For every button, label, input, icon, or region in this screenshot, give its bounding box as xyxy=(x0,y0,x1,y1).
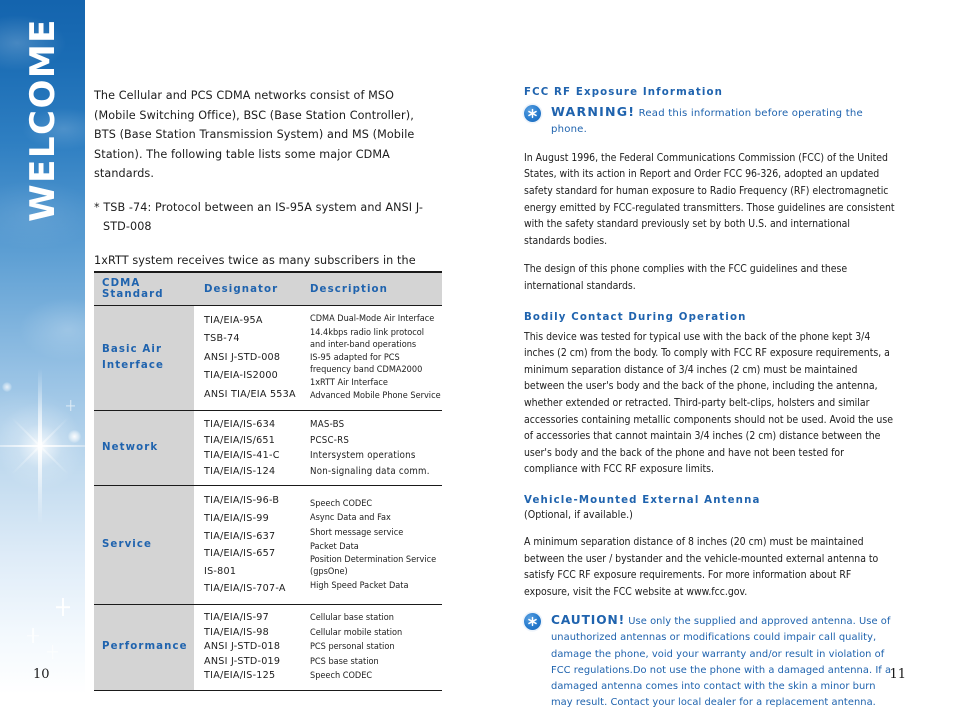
sparkle-icon xyxy=(56,598,70,616)
list-item: TIA/EIA/IS-657 xyxy=(204,548,276,560)
table-row: Performance TIA/EIA/IS-97 TIA/EIA/IS-98 … xyxy=(94,604,442,691)
list-item: PCS base station xyxy=(310,656,379,667)
paragraph-august-1996: In August 1996, the Federal Communicatio… xyxy=(524,151,895,247)
caution-text: CAUTION! Use only the supplied and appro… xyxy=(551,612,896,711)
list-item: TIA/EIA/IS-125 xyxy=(204,670,276,682)
caution-lead: CAUTION! xyxy=(551,613,626,628)
sparkle-icon xyxy=(47,645,58,659)
list-item: CDMA Dual-Mode Air Interface xyxy=(310,314,435,325)
list-item: TIA/EIA/IS-99 xyxy=(204,513,270,524)
heading-vehicle-antenna: Vehicle-Mounted External Antenna xyxy=(524,494,761,506)
welcome-title: WELCOME xyxy=(0,0,85,240)
list-item: TIA/EIA/IS-634 xyxy=(204,419,276,431)
column-header-description: Description xyxy=(298,271,442,306)
list-item: TIA/EIA/IS-41-C xyxy=(204,450,280,462)
list-item: Intersystem operations xyxy=(310,450,416,462)
row-descriptions: Speech CODEC Async Data and Fax Short me… xyxy=(298,485,442,605)
category-line: Performance xyxy=(102,641,188,653)
right-page-content: FCC RF Exposure Information WARNING! Rea… xyxy=(524,87,896,723)
page-spread: WELCOME The Cellular and PCS CDMA networ… xyxy=(0,0,954,716)
row-category: Performance xyxy=(94,604,194,691)
table-row: Network TIA/EIA/IS-634 TIA/EIA/IS/651 TI… xyxy=(94,410,442,487)
row-descriptions: MAS-BS PCSC-RS Intersystem operations No… xyxy=(298,410,442,487)
list-item: TIA/EIA/IS-97 xyxy=(204,611,270,623)
sparkle-icon xyxy=(66,400,75,411)
warning-callout: WARNING! Read this information before op… xyxy=(524,104,896,139)
list-item: TIA/EIA/IS-124 xyxy=(204,465,276,477)
warning-text: WARNING! Read this information before op… xyxy=(551,104,896,139)
light-orb-icon xyxy=(68,430,81,443)
list-item: ANSI TIA/EIA 553A xyxy=(204,388,296,400)
cloud-texture xyxy=(0,0,85,716)
list-item: Speech CODEC xyxy=(310,499,373,510)
list-item: TIA/EIA/IS-96-B xyxy=(204,495,280,507)
list-item: Short message service xyxy=(310,527,404,538)
heading-fcc-rf-exposure: FCC RF Exposure Information xyxy=(524,87,724,98)
heading-bodily-contact: Bodily Contact During Operation xyxy=(524,311,747,323)
page-number-right: 11 xyxy=(889,667,906,682)
list-item: TIA/EIA-IS2000 xyxy=(204,370,279,382)
paragraph-vehicle-antenna: A minimum separation distance of 8 inche… xyxy=(524,535,879,598)
list-item: PCS personal station xyxy=(310,642,395,653)
list-item: Position Determination Service (gpsOne) xyxy=(310,555,437,578)
row-category: Basic Air Interface xyxy=(94,305,194,412)
column-header-designator: Designator xyxy=(194,271,298,306)
cdma-standards-table: CDMA Standard Designator Description Bas… xyxy=(94,271,442,691)
tsb-note-paragraph: * TSB -74: Protocol between an IS-95A sy… xyxy=(94,200,423,234)
right-page: FCC RF Exposure Information WARNING! Rea… xyxy=(477,0,954,716)
list-item: Cellular base station xyxy=(310,612,394,623)
list-item: Non-signaling data comm. xyxy=(310,465,430,477)
list-item: TIA/EIA/IS-98 xyxy=(204,626,270,638)
row-descriptions: CDMA Dual-Mode Air Interface 14.4kbps ra… xyxy=(298,305,442,412)
paragraph-design-compliance: The design of this phone complies with t… xyxy=(524,263,848,292)
list-item: ANSI J-STD-008 xyxy=(204,351,281,363)
list-item: IS-95 adapted for PCS frequency band CDM… xyxy=(310,352,423,388)
list-item: Cellular mobile station xyxy=(310,627,403,638)
table-row: Service TIA/EIA/IS-96-B TIA/EIA/IS-99 TI… xyxy=(94,485,442,605)
warning-lead: WARNING! xyxy=(551,104,636,119)
list-item: PCSC-RS xyxy=(310,434,350,446)
row-category: Network xyxy=(94,410,194,487)
row-designators: TIA/EIA-95A TSB-74 ANSI J-STD-008 TIA/EI… xyxy=(194,305,298,412)
list-item: ANSI J-STD-018 xyxy=(204,641,281,653)
light-orb-icon xyxy=(2,382,12,392)
list-item: High Speed Packet Data xyxy=(310,580,409,591)
sparkle-icon xyxy=(27,628,39,643)
intro-paragraph: The Cellular and PCS CDMA networks consi… xyxy=(94,89,415,180)
list-item: 14.4kbps radio link protocol and inter-b… xyxy=(310,328,425,351)
row-descriptions: Cellular base station Cellular mobile st… xyxy=(298,604,442,691)
paragraph-bodily-contact: This device was tested for typical use w… xyxy=(524,330,893,476)
list-item: Async Data and Fax xyxy=(310,513,391,524)
caution-callout: CAUTION! Use only the supplied and appro… xyxy=(524,612,896,711)
list-item: Packet Data xyxy=(310,541,359,552)
category-line: Service xyxy=(102,539,153,551)
row-designators: TIA/EIA/IS-97 TIA/EIA/IS-98 ANSI J-STD-0… xyxy=(194,604,298,691)
table-header-row: CDMA Standard Designator Description xyxy=(94,271,442,306)
page-number-left: 10 xyxy=(33,667,50,682)
table-row: Basic Air Interface TIA/EIA-95A TSB-74 A… xyxy=(94,305,442,412)
caution-body: Use only the supplied and approved anten… xyxy=(551,616,892,709)
column-header-cdma-standard: CDMA Standard xyxy=(94,271,194,306)
list-item: MAS-BS xyxy=(310,419,345,431)
list-item: TIA/EIA/IS-707-A xyxy=(204,583,286,595)
asterisk-badge-icon xyxy=(524,105,541,122)
list-item: Speech CODEC xyxy=(310,671,373,682)
row-category: Service xyxy=(94,485,194,605)
list-item: IS-801 xyxy=(204,565,237,577)
left-page: The Cellular and PCS CDMA networks consi… xyxy=(33,0,477,716)
category-line: Network xyxy=(102,442,159,454)
asterisk-badge-icon xyxy=(524,613,541,631)
row-designators: TIA/EIA/IS-96-B TIA/EIA/IS-99 TIA/EIA/IS… xyxy=(194,485,298,605)
category-line: Basic Air Interface xyxy=(102,344,165,372)
list-item: TIA/EIA/IS-637 xyxy=(204,530,276,542)
welcome-title-text: WELCOME xyxy=(22,18,63,222)
decorative-sidebar: WELCOME xyxy=(0,0,85,716)
list-item: Advanced Mobile Phone Service xyxy=(310,391,441,402)
list-item: ANSI J-STD-019 xyxy=(204,655,281,667)
list-item: TSB-74 xyxy=(204,333,240,345)
list-item: TIA/EIA/IS/651 xyxy=(204,434,276,446)
row-designators: TIA/EIA/IS-634 TIA/EIA/IS/651 TIA/EIA/IS… xyxy=(194,410,298,487)
list-item: TIA/EIA-95A xyxy=(204,315,263,326)
subtext-vehicle-optional: (Optional, if available.) xyxy=(524,508,633,521)
